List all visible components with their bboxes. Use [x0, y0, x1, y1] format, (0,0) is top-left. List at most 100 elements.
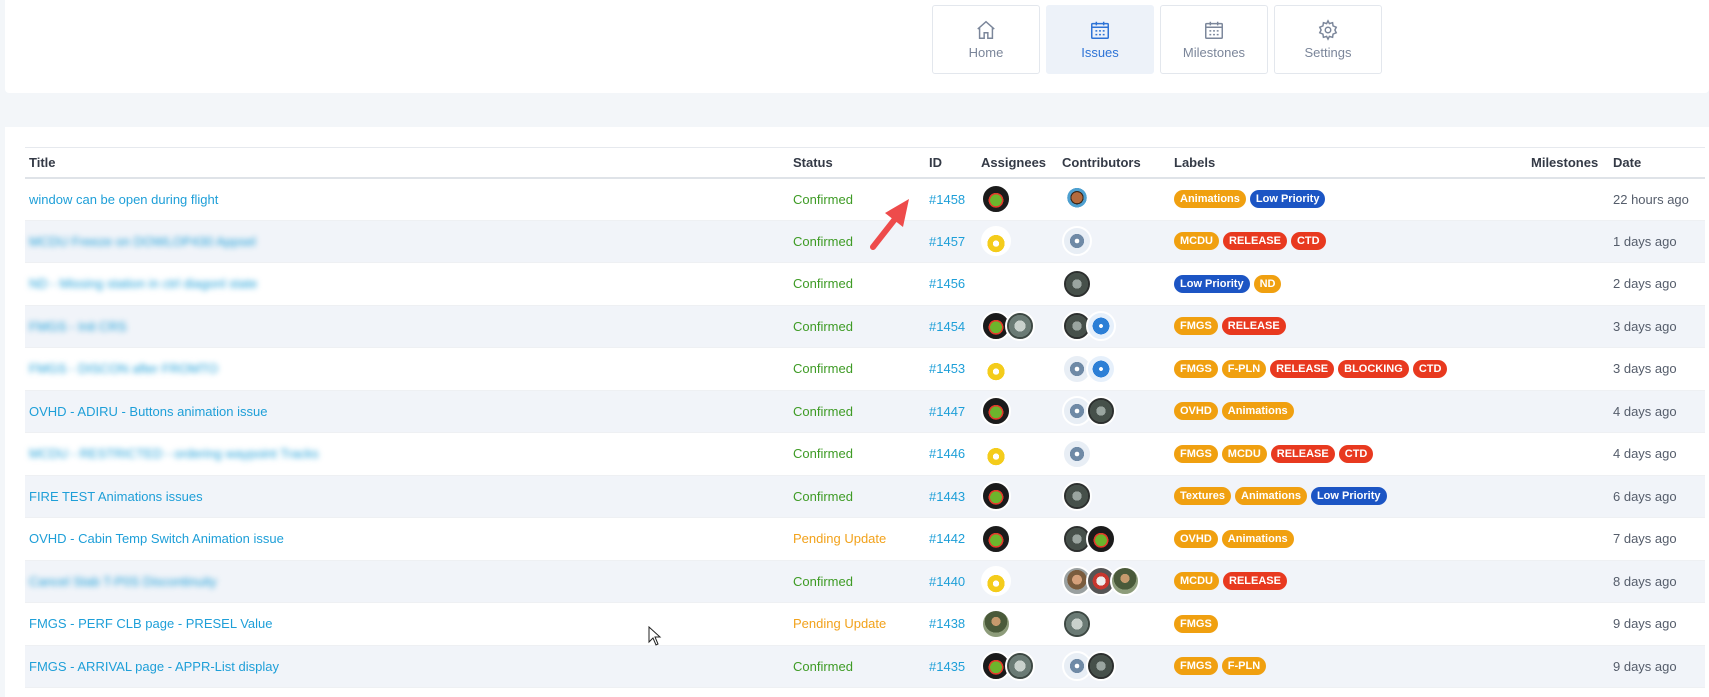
label-badge[interactable]: CTD	[1290, 232, 1326, 251]
avatar[interactable]	[981, 481, 1011, 512]
issue-title-link[interactable]: MCDU - RESTRICTED - ordering waypoint Tr…	[29, 446, 319, 461]
issue-id-link[interactable]: #1440	[929, 574, 965, 589]
issue-title-link[interactable]: MCDU Freeze on DOWLOP430 Appsel	[29, 234, 256, 249]
avatar[interactable]	[1062, 481, 1092, 512]
status-cell: Confirmed	[789, 560, 925, 603]
label-badge[interactable]: RELEASE	[1223, 572, 1287, 591]
column-header-id[interactable]: ID	[925, 147, 977, 179]
label-badge[interactable]: BLOCKING	[1338, 359, 1409, 378]
avatar[interactable]	[1005, 311, 1035, 342]
label-badge[interactable]: Low Priority	[1310, 487, 1387, 506]
label-badge[interactable]: FMGS	[1174, 317, 1218, 336]
label-badge[interactable]: RELEASE	[1223, 232, 1287, 251]
label-badge[interactable]: Low Priority	[1174, 274, 1250, 293]
issue-id-link[interactable]: #1442	[929, 531, 965, 546]
label-badge[interactable]: OVHD	[1174, 402, 1218, 421]
column-header-assignees[interactable]: Assignees	[977, 147, 1058, 179]
issue-id-link[interactable]: #1446	[929, 446, 965, 461]
avatar[interactable]	[1086, 523, 1116, 554]
avatar[interactable]	[1086, 353, 1116, 384]
label-badge[interactable]: OVHD	[1174, 529, 1218, 548]
issue-title-link[interactable]: Cancel Stab T-P0S Discontinuity	[29, 574, 217, 589]
tab-settings[interactable]: Settings	[1274, 5, 1382, 74]
tab-issues[interactable]: Issues	[1046, 5, 1154, 74]
label-badge[interactable]: Low Priority	[1249, 190, 1326, 208]
label-badge[interactable]: FMGS	[1174, 657, 1218, 676]
label-badge[interactable]: FMGS	[1174, 359, 1218, 378]
avatar[interactable]	[981, 226, 1011, 257]
table-row[interactable]: Cancel Stab T-P0S Discontinuity Confirmed…	[25, 560, 1705, 603]
avatar[interactable]	[981, 438, 1011, 469]
issue-title-link[interactable]: window can be open during flight	[29, 192, 218, 207]
avatar[interactable]	[981, 184, 1011, 214]
issue-id-link[interactable]: #1454	[929, 319, 965, 334]
avatar[interactable]	[981, 353, 1011, 384]
avatar[interactable]	[1062, 438, 1092, 469]
issue-id-link[interactable]: #1458	[929, 192, 965, 207]
column-header-title[interactable]: Title	[25, 147, 789, 179]
issue-title-link[interactable]: FMGS - DISCON after FROMTO	[29, 361, 218, 376]
issue-title-link[interactable]: OVHD - Cabin Temp Switch Animation issue	[29, 531, 284, 546]
table-row[interactable]: FMGS - Init CRS Confirmed #1454 FMGS RELEASE…	[25, 305, 1705, 348]
label-badge[interactable]: CTD	[1338, 444, 1374, 463]
avatar[interactable]	[1110, 566, 1140, 597]
table-row[interactable]: FIRE TEST Animations issues Confirmed #144…	[25, 475, 1705, 518]
label-badge[interactable]: RELEASE	[1270, 444, 1335, 463]
label-badge[interactable]: Animations	[1221, 402, 1294, 421]
avatar[interactable]	[981, 608, 1011, 639]
avatar[interactable]	[1005, 651, 1035, 682]
label-badge[interactable]: MCDU	[1174, 572, 1219, 591]
issue-title-link[interactable]: ND - Missing station in ctrl diagonl sta…	[29, 276, 257, 291]
label-badge[interactable]: Animations	[1235, 487, 1307, 506]
column-header-contributors[interactable]: Contributors	[1058, 147, 1170, 179]
table-row[interactable]: MCDU - RESTRICTED - ordering waypoint Tr…	[25, 432, 1705, 476]
tab-home[interactable]: Home	[932, 5, 1040, 74]
issue-id-link[interactable]: #1447	[929, 404, 965, 419]
column-header-status[interactable]: Status	[789, 147, 925, 179]
issue-id-link[interactable]: #1435	[929, 659, 965, 674]
avatar[interactable]	[1086, 311, 1116, 342]
avatar[interactable]	[1062, 226, 1092, 257]
tab-milestones[interactable]: Milestones	[1160, 5, 1268, 74]
column-header-milestones[interactable]: Milestones	[1527, 147, 1609, 179]
label-badge[interactable]: F-PLN	[1221, 657, 1267, 676]
label-badge[interactable]: FMGS	[1174, 444, 1218, 463]
label-badge[interactable]: MCDU	[1221, 444, 1267, 463]
table-row[interactable]: ND - Missing station in ctrl diagonl sta…	[25, 262, 1705, 306]
table-row[interactable]: FMGS - PERF CLB page - PRESEL Value Pendi…	[25, 602, 1705, 646]
table-row[interactable]: FMGS - ARRIVAL page - APPR-List display C…	[25, 645, 1705, 688]
table-row[interactable]: OVHD - Cabin Temp Switch Animation issue…	[25, 517, 1705, 561]
issue-id-link[interactable]: #1456	[929, 276, 965, 291]
issue-title-link[interactable]: FMGS - PERF CLB page - PRESEL Value	[29, 616, 272, 631]
label-badge[interactable]: Animations	[1221, 529, 1294, 548]
issue-id-link[interactable]: #1457	[929, 234, 965, 249]
avatar[interactable]	[1086, 396, 1116, 427]
avatar[interactable]	[1062, 268, 1092, 299]
issue-title-link[interactable]: OVHD - ADIRU - Buttons animation issue	[29, 404, 267, 419]
avatar[interactable]	[1086, 651, 1116, 682]
avatar[interactable]	[981, 523, 1011, 554]
issue-title-link[interactable]: FIRE TEST Animations issues	[29, 489, 203, 504]
issue-title-link[interactable]: FMGS - Init CRS	[29, 319, 127, 334]
label-badge[interactable]: Textures	[1174, 487, 1232, 506]
label-badge[interactable]: F-PLN	[1221, 359, 1267, 378]
issue-title-link[interactable]: FMGS - ARRIVAL page - APPR-List display	[29, 659, 279, 674]
column-header-date[interactable]: Date	[1609, 147, 1705, 179]
avatar[interactable]	[1062, 184, 1092, 214]
table-row[interactable]: OVHD - ADIRU - Buttons animation issue Co…	[25, 390, 1705, 433]
label-badge[interactable]: RELEASE	[1221, 317, 1286, 336]
issue-id-link[interactable]: #1438	[929, 616, 965, 631]
issue-id-link[interactable]: #1443	[929, 489, 965, 504]
issue-id-link[interactable]: #1453	[929, 361, 965, 376]
avatar[interactable]	[1062, 608, 1092, 639]
label-badge[interactable]: RELEASE	[1270, 359, 1335, 378]
label-badge[interactable]: CTD	[1412, 359, 1448, 378]
label-badge[interactable]: ND	[1253, 274, 1282, 293]
label-badge[interactable]: FMGS	[1174, 614, 1218, 633]
avatar[interactable]	[981, 566, 1011, 597]
avatar[interactable]	[981, 396, 1011, 427]
column-header-labels[interactable]: Labels	[1170, 147, 1527, 179]
label-badge[interactable]: MCDU	[1174, 232, 1219, 251]
label-badge[interactable]: Animations	[1174, 190, 1246, 208]
table-row[interactable]: FMGS - DISCON after FROMTO Confirmed #1453…	[25, 347, 1705, 391]
